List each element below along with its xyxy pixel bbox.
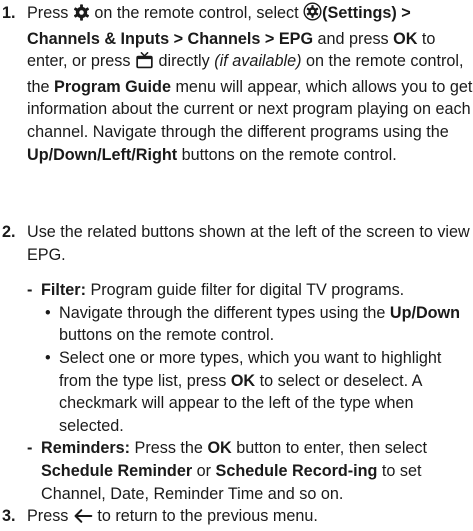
- text-fragment: directly: [153, 52, 215, 71]
- text-fragment: Press: [27, 507, 73, 525]
- text-fragment: button to enter, then select: [231, 439, 428, 458]
- text-fragment: buttons on the remote control.: [177, 145, 397, 164]
- program-guide-label: Program Guide: [54, 77, 171, 96]
- step-text: Press on the remote control, select (Set…: [27, 2, 473, 166]
- filter-section: - Filter: Program guide filter for digita…: [27, 279, 473, 437]
- back-arrow-icon: [73, 508, 93, 531]
- text-fragment: Press: [27, 4, 73, 22]
- text-fragment: Navigate through the different types usi…: [59, 303, 390, 322]
- filter-label: Filter:: [41, 281, 86, 300]
- ok-button-label: OK: [207, 439, 232, 458]
- step-number: 2.: [2, 223, 16, 241]
- list-item: • Navigate through the different types us…: [27, 302, 473, 347]
- bullet-marker: •: [45, 303, 51, 322]
- filter-description: Program guide filter for digital TV prog…: [85, 281, 405, 300]
- list-item: • Select one or more types, which you wan…: [27, 347, 473, 437]
- dash-marker: -: [27, 439, 33, 458]
- step-number: 1.: [2, 4, 16, 22]
- text-fragment: or: [192, 461, 216, 480]
- text-fragment: on the remote control, select: [89, 4, 304, 22]
- manual-page: 1. Press on the remote control, select (…: [0, 0, 473, 530]
- schedule-recording-label: Schedule Record-ing: [215, 461, 378, 480]
- text-fragment: Press the: [130, 439, 208, 458]
- up-down-label: Up/Down: [389, 303, 461, 322]
- text-fragment: buttons on the remote control.: [59, 326, 275, 345]
- text-fragment: to return to the previous menu.: [92, 507, 318, 525]
- nav-buttons-label: Up/Down/Left/Right: [27, 145, 178, 164]
- reminders-label: Reminders:: [41, 439, 131, 458]
- step-text: Press to return to the previous menu.: [27, 505, 473, 531]
- filter-bullets: • Navigate through the different types us…: [27, 302, 473, 438]
- reminders-section: - Reminders: Press the OK button to enter…: [27, 437, 473, 505]
- bullet-marker: •: [45, 348, 51, 367]
- gear-icon: [73, 4, 90, 28]
- if-available-note: (if available): [214, 52, 302, 71]
- dash-marker: -: [27, 281, 33, 300]
- filter-line: - Filter: Program guide filter for digita…: [27, 279, 473, 302]
- text-fragment: and press: [313, 29, 394, 48]
- tv-guide-icon: [135, 52, 154, 76]
- settings-icon: [303, 2, 322, 28]
- settings-label: (Settings): [322, 4, 397, 22]
- step-text: Use the related buttons shown at the lef…: [27, 221, 473, 505]
- step-intro: Use the related buttons shown at the lef…: [27, 223, 470, 264]
- step-number: 3.: [2, 507, 16, 525]
- ok-button-label: OK: [230, 371, 256, 390]
- schedule-reminder-label: Schedule Reminder: [41, 461, 193, 480]
- ok-button-label: OK: [393, 29, 418, 48]
